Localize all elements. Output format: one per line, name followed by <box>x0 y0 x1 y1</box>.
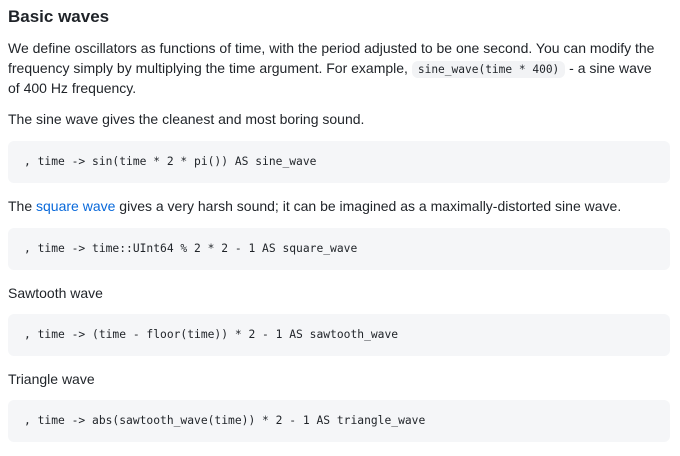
square-text-end: gives a very harsh sound; it can be imag… <box>115 198 622 214</box>
sawtooth-code-block[interactable]: , time -> (time - floor(time)) * 2 - 1 A… <box>8 314 670 356</box>
sawtooth-code[interactable]: , time -> (time - floor(time)) * 2 - 1 A… <box>24 314 670 356</box>
section-heading: Basic waves <box>8 7 110 26</box>
inline-code-example: sine_wave(time * 400) <box>411 60 566 78</box>
sine-code[interactable]: , time -> sin(time * 2 * pi()) AS sine_w… <box>24 141 670 183</box>
intro-paragraph: We define oscillators as functions of ti… <box>8 39 658 99</box>
triangle-label: Triangle wave <box>8 371 95 387</box>
square-code[interactable]: , time -> time::UInt64 % 2 * 2 - 1 AS sq… <box>24 228 670 270</box>
sawtooth-label: Sawtooth wave <box>8 285 103 301</box>
document-section: Basic waves We define oscillators as fun… <box>0 0 680 456</box>
triangle-code-block[interactable]: , time -> abs(sawtooth_wave(time)) * 2 -… <box>8 400 670 442</box>
triangle-code[interactable]: , time -> abs(sawtooth_wave(time)) * 2 -… <box>24 400 670 442</box>
square-description: The square wave gives a very harsh sound… <box>8 197 658 217</box>
square-wave-link[interactable]: square wave <box>36 198 115 214</box>
square-text-start: The <box>8 198 37 214</box>
sine-code-block[interactable]: , time -> sin(time * 2 * pi()) AS sine_w… <box>8 141 670 183</box>
square-code-block[interactable]: , time -> time::UInt64 % 2 * 2 - 1 AS sq… <box>8 228 670 270</box>
sine-description: The sine wave gives the cleanest and mos… <box>8 111 365 127</box>
